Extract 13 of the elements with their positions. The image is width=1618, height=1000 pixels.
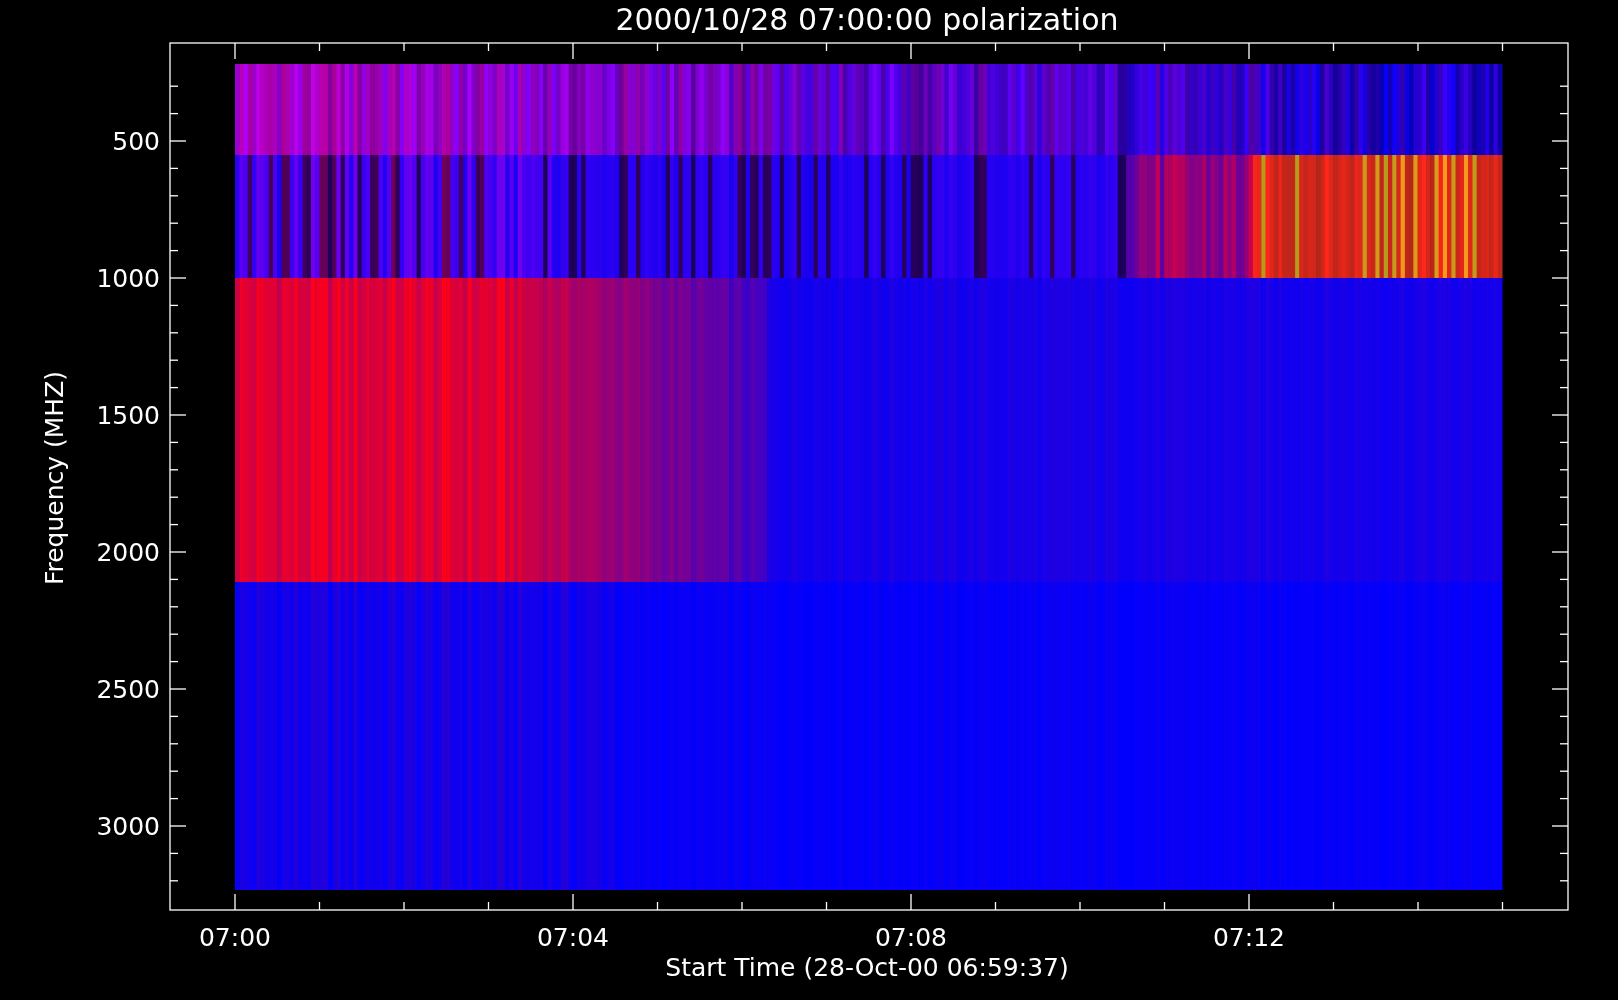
x-tick-label: 07:04: [537, 923, 609, 952]
x-axis-label: Start Time (28-Oct-00 06:59:37): [665, 953, 1069, 982]
y-tick-label: 1000: [96, 264, 160, 293]
y-tick-label: 1500: [96, 401, 160, 430]
y-tick-label: 2500: [96, 675, 160, 704]
plot-title: 2000/10/28 07:00:00 polarization: [615, 2, 1119, 37]
y-tick-label: 2000: [96, 538, 160, 567]
x-tick-label: 07:00: [199, 923, 271, 952]
y-tick-label: 500: [112, 127, 160, 156]
y-tick-label: 3000: [96, 812, 160, 841]
x-tick-label: 07:12: [1213, 923, 1285, 952]
x-tick-label: 07:08: [875, 923, 947, 952]
y-axis-label: Frequency (MHZ): [40, 370, 69, 586]
